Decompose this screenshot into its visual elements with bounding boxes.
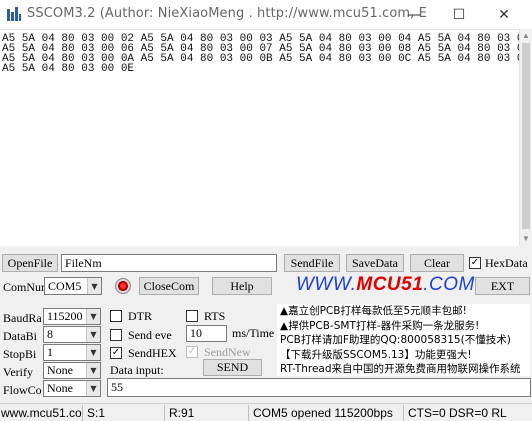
receive-lines: A5 5A 04 80 03 00 02 A5 5A 04 80 03 00 0… [0,34,532,75]
databits-select[interactable]: 8 ▼ [43,326,101,343]
baudrate-value: 115200 [47,309,83,323]
databits-label: DataBi [3,329,37,343]
send-every-label: Send eve [128,328,172,342]
flowcontrol-label: FlowCo [3,383,42,397]
databits-value: 8 [47,327,53,341]
status-site: www.mcu51.cor [1,405,83,421]
close-com-button[interactable]: CloseCom [139,277,199,295]
title-bar: SSCOM3.2 (Author: NieXiaoMeng . http://w… [0,0,532,29]
ext-button[interactable]: EXT [475,277,530,295]
sendnew-label: SendNew [204,345,251,359]
sendnew-checkbox[interactable]: ✓ [186,346,198,358]
verify-value: None [47,363,73,377]
sendhex-checkbox[interactable]: ✓ [110,347,122,359]
flowcontrol-value: None [47,381,73,395]
stopbits-value: 1 [47,345,53,359]
rts-label: RTS [204,309,226,323]
status-sent-count: S:1 [86,405,165,421]
scroll-down-icon[interactable]: ▼ [522,234,530,243]
baudrate-select[interactable]: 115200 ▼ [43,308,101,325]
ad-line[interactable]: RT-Thread来自中国的开源免费商用物联网操作系统 [277,362,530,376]
stopbits-label: StopBi [3,347,37,361]
flowcontrol-select[interactable]: None ▼ [43,380,101,397]
chevron-down-icon: ▼ [86,327,100,342]
dtr-label: DTR [128,309,152,323]
dtr-checkbox[interactable] [110,310,122,322]
logo-accent: MCU51 [356,274,424,295]
receive-area[interactable]: A5 5A 04 80 03 00 02 A5 5A 04 80 03 00 0… [0,29,530,246]
send-interval-input[interactable]: 10 [186,325,227,342]
status-received-count: R:91 [168,405,249,421]
ad-line[interactable]: ▲嘉立创PCB打样每款低至5元顺丰包邮! [277,304,530,319]
rts-checkbox[interactable] [186,310,198,322]
chevron-down-icon: ▼ [87,278,101,294]
save-data-button[interactable]: SaveData [346,254,404,272]
scroll-thumb[interactable] [522,43,530,229]
send-every-checkbox[interactable] [110,329,122,341]
ad-line[interactable]: PCB打样请加F助理的QQ:800058315(不懂技术) [277,333,530,348]
maximize-button[interactable]: ☐ [437,0,481,29]
scroll-up-icon[interactable]: ▲ [522,31,530,40]
send-file-button[interactable]: SendFile [284,254,340,272]
send-interval-unit: ms/Time [232,326,275,340]
receive-scrollbar[interactable]: ▲ ▼ [519,29,532,246]
status-signals: CTS=0 DSR=0 RL [408,406,507,420]
window-title: SSCOM3.2 (Author: NieXiaoMeng . http://w… [27,6,427,21]
chevron-down-icon: ▼ [86,345,100,360]
status-port: COM5 opened 115200bps [252,405,404,421]
status-bar: www.mcu51.cor S:1 R:91 COM5 opened 11520… [0,403,532,421]
logo-prefix: WWW. [296,274,357,295]
file-name-input[interactable]: FileNm [61,254,277,272]
data-input-label: Data input: [110,363,164,377]
chevron-down-icon: ▼ [86,381,100,396]
port-status-icon [115,278,131,294]
receive-line: A5 5A 04 80 03 00 0E [2,63,135,75]
logo-suffix: .COM [423,274,475,295]
stopbits-select[interactable]: 1 ▼ [43,344,101,361]
sscom-app-icon [7,7,21,21]
ad-line[interactable]: ▲捍供PCB-SMT打样-器件采购一条龙服务! [277,319,530,334]
verify-label: Verify [3,365,33,379]
verify-select[interactable]: None ▼ [43,362,101,379]
mcu51-logo[interactable]: WWW.MCU51.COM [296,274,475,296]
minimize-button[interactable]: — [392,0,436,29]
hexdata-checkbox[interactable]: ✓ [469,257,481,269]
chevron-down-icon: ▼ [86,363,100,378]
close-window-button[interactable]: ✕ [482,0,526,29]
data-input-field[interactable]: 55 [107,378,531,397]
baudrate-label: BaudRa [3,311,42,325]
open-file-button[interactable]: OpenFile [2,254,58,272]
send-button[interactable]: SEND [203,359,262,376]
help-button[interactable]: Help [212,277,272,295]
sendhex-label: SendHEX [128,346,177,360]
ad-panel[interactable]: ▲嘉立创PCB打样每款低至5元顺丰包邮! ▲捍供PCB-SMT打样-器件采购一条… [277,304,530,376]
comnum-value: COM5 [48,278,82,293]
hexdata-label: HexData [485,256,528,270]
comnum-select[interactable]: COM5 ▼ [44,277,102,295]
chevron-down-icon: ▼ [86,309,100,324]
ad-line[interactable]: 【下载升级版SSCOM5.13】功能更强大! [277,348,530,363]
clear-button[interactable]: Clear [410,254,464,272]
